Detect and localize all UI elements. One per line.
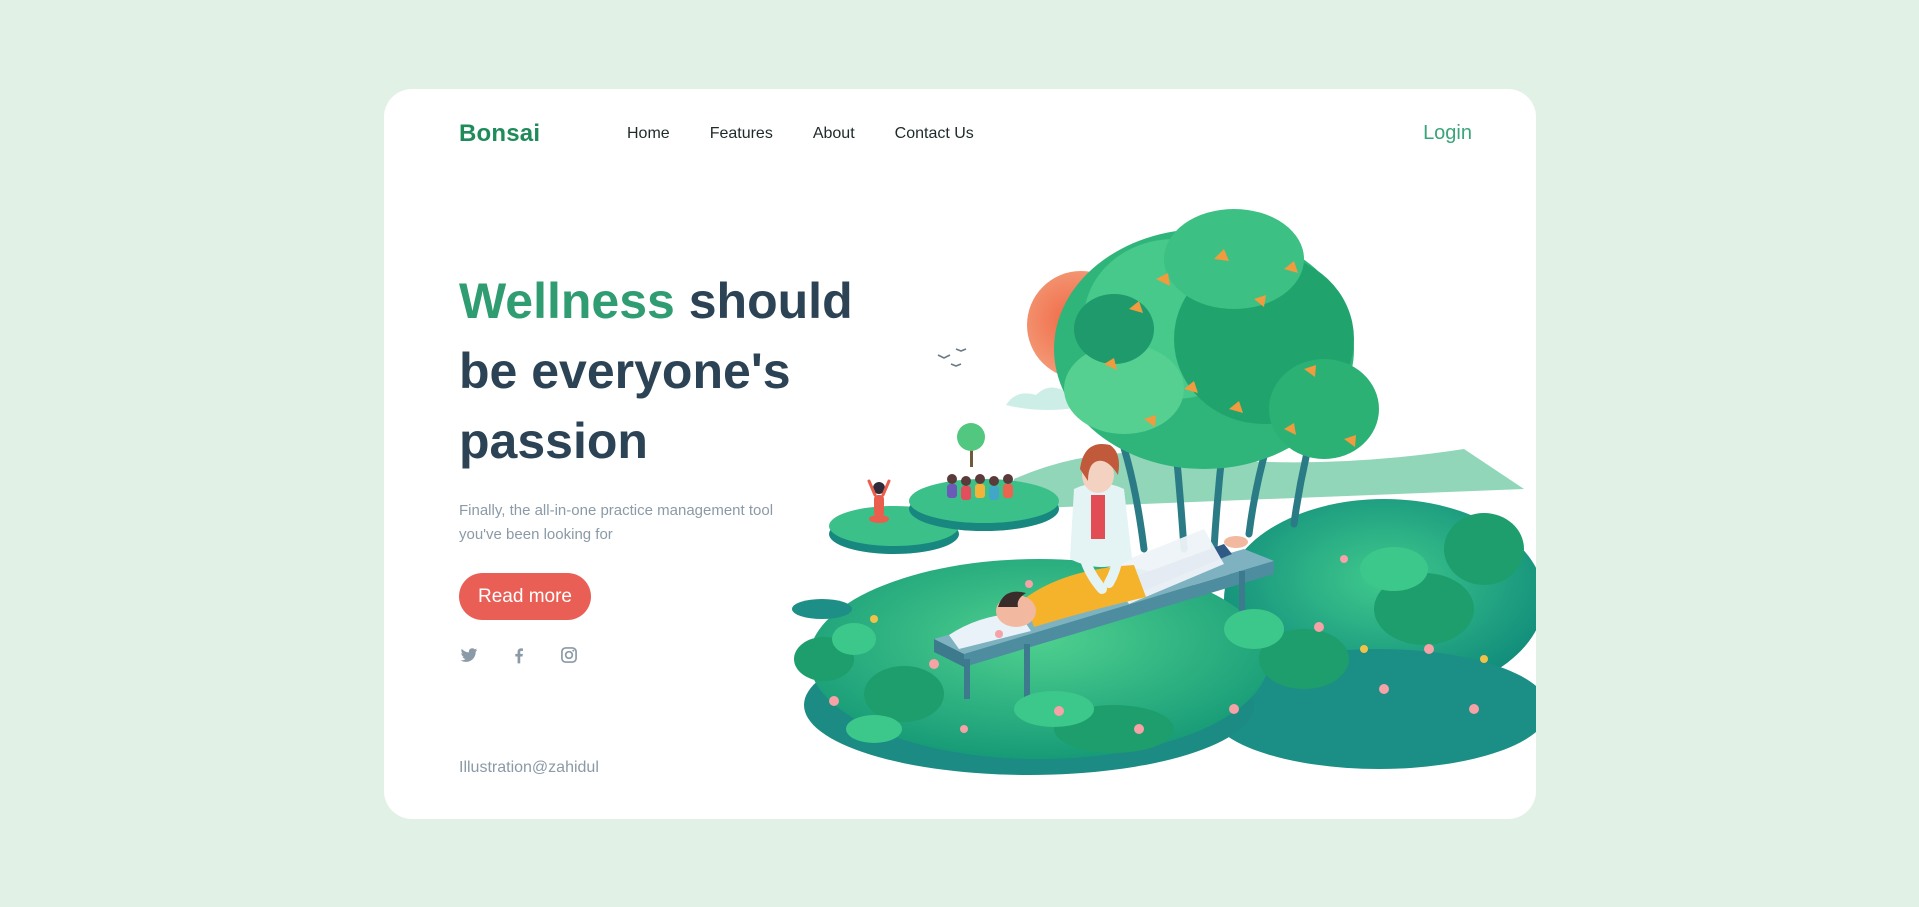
instagram-icon[interactable] (559, 645, 579, 665)
landing-card: Bonsai Home Features About Contact Us Lo… (384, 89, 1536, 819)
hero-title-accent: Wellness (459, 273, 675, 329)
social-links (459, 645, 579, 665)
nav-about[interactable]: About (813, 125, 855, 143)
hero-illustration (784, 189, 1536, 809)
illustration-credit: Illustration@zahidul (459, 759, 599, 776)
nav-home[interactable]: Home (627, 125, 670, 143)
hero-subtitle: Finally, the all-in-one practice managem… (459, 502, 774, 543)
main-nav: Home Features About Contact Us (627, 125, 974, 143)
facebook-icon[interactable] (509, 645, 529, 665)
wellness-massage-illustration (792, 209, 1536, 775)
twitter-icon[interactable] (459, 645, 479, 665)
nav-contact-us[interactable]: Contact Us (895, 125, 974, 143)
brand-logo[interactable]: Bonsai (459, 120, 540, 148)
login-link[interactable]: Login (1423, 122, 1472, 145)
nav-features[interactable]: Features (710, 125, 773, 143)
read-more-button[interactable]: Read more (459, 573, 591, 620)
